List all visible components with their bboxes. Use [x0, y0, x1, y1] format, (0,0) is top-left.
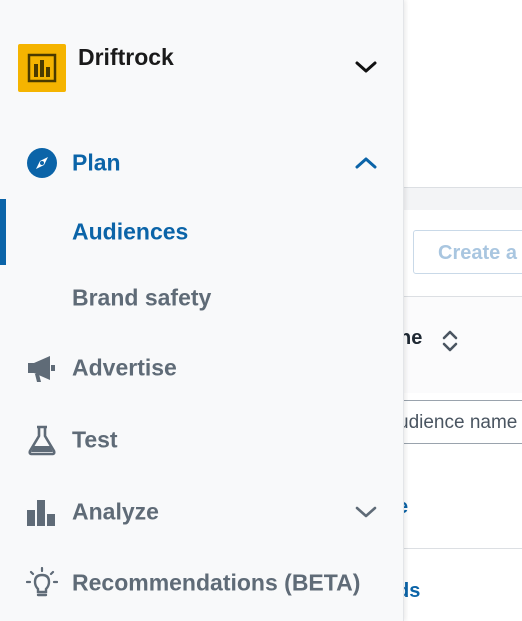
bar-chart-logo-icon — [27, 53, 57, 83]
lightbulb-icon — [26, 567, 58, 597]
nav-item-brand-safety[interactable]: Brand safety — [0, 272, 403, 324]
nav-label-audiences: Audiences — [72, 218, 189, 245]
sidebar-panel: Driftrock Plan Audiences Brand safety Ad… — [0, 0, 404, 621]
nav-item-audiences[interactable]: Audiences — [0, 206, 403, 258]
sort-icon[interactable] — [439, 329, 461, 353]
create-audience-button[interactable]: Create a — [413, 230, 522, 274]
audience-name-filter-input[interactable]: udience name — [403, 400, 522, 444]
nav-item-analyze[interactable]: Analyze — [0, 482, 403, 542]
chevron-up-icon[interactable] — [354, 156, 378, 170]
main-content-background: Create a ne udience name e ds — [403, 0, 522, 621]
table-header: ne — [403, 296, 522, 393]
compass-icon — [27, 148, 57, 178]
chevron-down-icon[interactable] — [354, 505, 378, 519]
brand-logo — [18, 44, 66, 92]
nav-label-advertise: Advertise — [72, 354, 177, 381]
nav-item-plan[interactable]: Plan — [0, 133, 403, 193]
nav-label-analyze: Analyze — [72, 498, 159, 525]
nav-label-plan: Plan — [72, 149, 121, 176]
nav-label-brand-safety: Brand safety — [72, 284, 212, 311]
brand-name[interactable]: Driftrock — [78, 44, 174, 71]
chevron-down-icon[interactable] — [354, 60, 378, 74]
page-header-area — [403, 0, 522, 188]
toolbar-strip — [403, 188, 522, 210]
flask-icon — [28, 425, 56, 456]
megaphone-icon — [28, 356, 55, 382]
nav-item-test[interactable]: Test — [0, 410, 403, 470]
column-header-name[interactable]: ne — [403, 327, 422, 350]
nav-label-test: Test — [72, 426, 118, 453]
bar-chart-icon — [27, 500, 55, 526]
row-divider — [403, 548, 522, 549]
nav-label-recommendations: Recommendations (BETA) — [72, 569, 361, 596]
nav-item-advertise[interactable]: Advertise — [0, 338, 403, 398]
table-row-link[interactable]: ds — [403, 580, 420, 603]
nav-item-recommendations[interactable]: Recommendations (BETA) — [0, 553, 403, 613]
